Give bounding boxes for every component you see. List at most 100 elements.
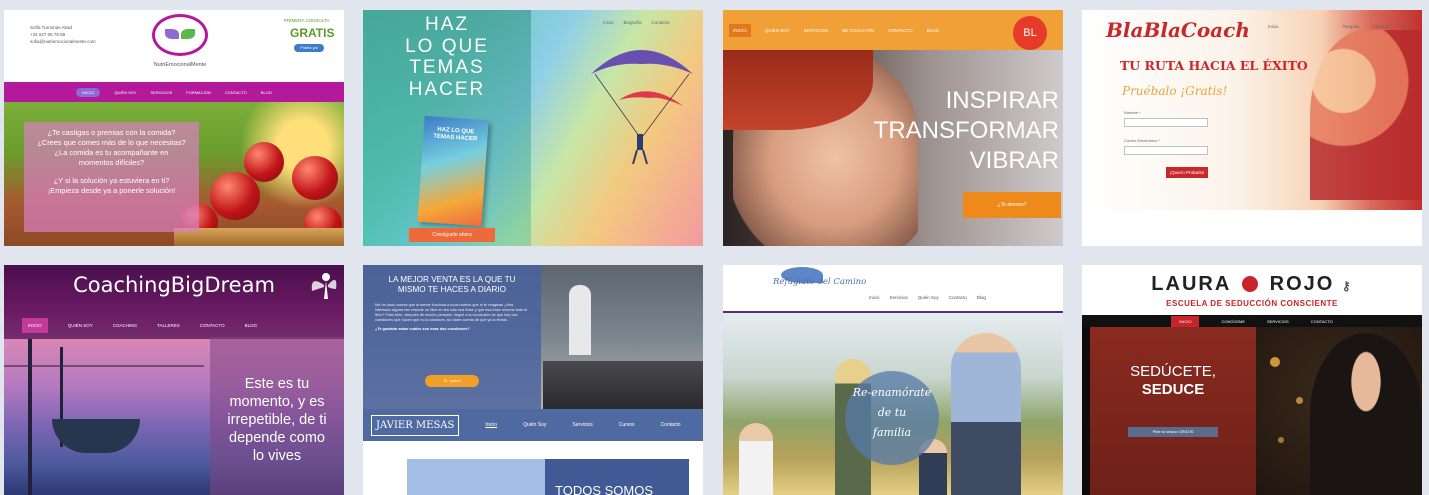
nav-item[interactable]: Blog: [1402, 24, 1411, 29]
quote-line: ¿Te castigas o premias con la comida?: [47, 128, 176, 137]
brand-logo: CoachingBigDream: [73, 273, 275, 297]
brand-logo: Refúgiate del Camino: [773, 277, 867, 287]
book-title: HAZ LO QUE TEMAS HACER: [433, 126, 478, 143]
nav-item[interactable]: CONTACTO: [888, 28, 913, 33]
nav-item[interactable]: Contacto: [1372, 24, 1390, 29]
nav-item[interactable]: Inicio: [1268, 24, 1279, 29]
promo-label: PRIMERA CONSULTA: [284, 18, 330, 23]
nav-item[interactable]: FORMACIÓN: [186, 90, 210, 95]
nav-item[interactable]: Inicio: [869, 295, 880, 300]
book-cover: HAZ LO QUE TEMAS HACER: [417, 115, 489, 227]
nav-item[interactable]: SERVICIOS: [1267, 319, 1289, 324]
hero-photo: [1310, 30, 1422, 200]
brand-logo: BlaBlaCoach: [1106, 18, 1250, 42]
top-nav: Inicio Terapias Contacto Blog: [1268, 24, 1411, 29]
portfolio-tile-blablacoach[interactable]: BlaBlaCoach Inicio Terapias Contacto Blo…: [1082, 10, 1422, 246]
nav-item[interactable]: Inicio: [485, 422, 497, 428]
nav-item[interactable]: BLOG: [245, 323, 258, 328]
tagline-line: familia: [872, 426, 912, 439]
quote-line: ¿La comida es tu acompañante en: [54, 148, 169, 157]
promo-free: GRATIS: [290, 26, 335, 40]
quote-line: ¡Empieza desde ya a ponerle solución!: [47, 186, 176, 195]
portfolio-tile-refugiate[interactable]: Refúgiate del Camino Inicio Servicios Qu…: [723, 265, 1063, 495]
contact-phone: +34 627 05 78 59: [30, 32, 66, 37]
nav-item[interactable]: Servicios: [890, 295, 908, 300]
headline-line: TEMAS: [409, 57, 485, 78]
nav-item[interactable]: Inicio: [603, 20, 614, 25]
nav-item[interactable]: BLOG: [927, 28, 940, 33]
brand-logo: LAURA ROJO ⚷: [1082, 273, 1422, 296]
nav-item[interactable]: Terapias: [1343, 24, 1360, 29]
name-input[interactable]: [1124, 118, 1208, 127]
contact-email: sofia@nutriemocionalmente.com: [30, 39, 96, 44]
hero-line: VIBRAR: [969, 147, 1059, 174]
email-input[interactable]: [1124, 146, 1208, 155]
promo-button[interactable]: Pídela ya!: [294, 44, 324, 52]
nav-item[interactable]: Quién Soy: [918, 295, 939, 300]
portfolio-tile-javier-mesas[interactable]: LA MEJOR VENTA ES LA QUE TU MISMO TE HAC…: [363, 265, 703, 495]
brand-left: LAURA: [1151, 273, 1231, 295]
portfolio-tile-nutriemocionalmente[interactable]: Sofía Turrionas Abad +34 627 05 78 59 so…: [4, 10, 344, 246]
parachute-icon: [591, 50, 693, 165]
nav-item[interactable]: INICIO: [22, 317, 48, 333]
cta-button[interactable]: ¿Te atreves?: [963, 192, 1061, 218]
nav-item[interactable]: Cursos: [619, 422, 635, 428]
headline-line: HACER: [408, 78, 486, 100]
question-text: ¿Te gustaría saber cuáles son esas dos c…: [375, 327, 470, 331]
submit-button[interactable]: ¡Quiero Probarlo!: [1166, 167, 1208, 178]
hero-panel: [1090, 327, 1256, 495]
nav-item[interactable]: Contacto: [949, 295, 967, 300]
tagline-line: Re-enamórate: [852, 386, 932, 399]
cta-button[interactable]: Consíguelo ahora: [409, 228, 495, 242]
nav-item[interactable]: CONTACTO: [1311, 319, 1333, 324]
headline-overlay: LA MEJOR VENTA ES LA QUE TU MISMO TE HAC…: [363, 265, 541, 409]
nav-item[interactable]: Quién Soy: [523, 422, 546, 428]
nav-item[interactable]: INICIO: [76, 87, 101, 97]
nav-item[interactable]: CONÓCEME: [1221, 319, 1245, 324]
nav-item[interactable]: Contacto: [661, 422, 681, 428]
nav-item[interactable]: INICIO: [729, 23, 751, 37]
nav-item[interactable]: QUIÉN SOY: [765, 28, 790, 33]
message-line: depende como: [229, 430, 325, 446]
nav-item[interactable]: SERVICIOS: [804, 28, 828, 33]
top-nav: Inicio Biografía Contacto: [603, 20, 670, 25]
nav-item[interactable]: QUIÉN SOY: [114, 90, 136, 95]
nav-item[interactable]: Contacto: [652, 20, 670, 25]
portfolio-tile-inspirar[interactable]: INICIO QUIÉN SOY SERVICIOS BE COACH ON C…: [723, 10, 1063, 246]
subtitle: ESCUELA DE SEDUCCIÓN CONSCIENTE: [1166, 299, 1338, 308]
cta-button[interactable]: Sí, quiero: [425, 375, 479, 387]
nav-item[interactable]: SERVICIOS: [151, 90, 173, 95]
nav-item[interactable]: Blog: [977, 295, 986, 300]
nav-item[interactable]: COACHING: [113, 323, 137, 328]
nav-item[interactable]: Servicios: [572, 422, 592, 428]
nav-item[interactable]: CONTACTO: [200, 323, 225, 328]
nav-item[interactable]: CONTACTO: [225, 90, 247, 95]
hero-text: INSPIRAR TRANSFORMAR VIBRAR: [874, 86, 1059, 176]
tagline-line: de tu: [877, 406, 907, 419]
portfolio-grid: Sofía Turrionas Abad +34 627 05 78 59 so…: [0, 0, 1429, 495]
logo-text: NutriEmocionalMente: [153, 62, 207, 68]
nav-item[interactable]: INICIO: [1171, 315, 1200, 327]
nav-item[interactable]: Biografía: [624, 20, 642, 25]
message-line: Este es tu: [244, 376, 310, 392]
tagline-circle: Re-enamórate de tu familia: [845, 371, 939, 465]
headline: LA MEJOR VENTA ES LA QUE TU MISMO TE HAC…: [388, 275, 516, 294]
main-nav: INICIO QUIÉN SOY SERVICIOS FORMACIÓN CON…: [4, 82, 344, 102]
nav-item[interactable]: TALLERES: [157, 323, 180, 328]
portfolio-tile-laura-rojo[interactable]: LAURA ROJO ⚷ ESCUELA DE SEDUCCIÓN CONSCI…: [1082, 265, 1422, 495]
site-header: Sofía Turrionas Abad +34 627 05 78 59 so…: [4, 10, 344, 82]
message-line: irrepetible, de ti: [227, 412, 327, 428]
brand-logo: BL: [1013, 16, 1047, 50]
quote-line: ¿Y si la solución ya estuviera en ti?: [53, 176, 170, 185]
portfolio-tile-haz-lo-que-temas[interactable]: HAZ LO QUE TEMAS HACER HAZ LO QUE TEMAS …: [363, 10, 703, 246]
hero-headline: HAZ LO QUE TEMAS HACER: [363, 14, 531, 100]
main-nav: INICIO CONÓCEME SERVICIOS CONTACTO: [1082, 315, 1422, 327]
cta-button[interactable]: Pide tu sesión GRATIS: [1128, 427, 1218, 437]
hero-line: TRANSFORMAR: [873, 117, 1059, 144]
key-icon: ⚷: [1341, 279, 1353, 293]
portfolio-tile-coachingbigdream[interactable]: CoachingBigDream INICIO QUIÉN SOY COACHI…: [4, 265, 344, 495]
nav-item[interactable]: BLOG: [261, 90, 272, 95]
nav-item[interactable]: BE COACH ON: [842, 28, 874, 33]
content-image: [407, 459, 545, 495]
nav-item[interactable]: QUIÉN SOY: [68, 323, 93, 328]
